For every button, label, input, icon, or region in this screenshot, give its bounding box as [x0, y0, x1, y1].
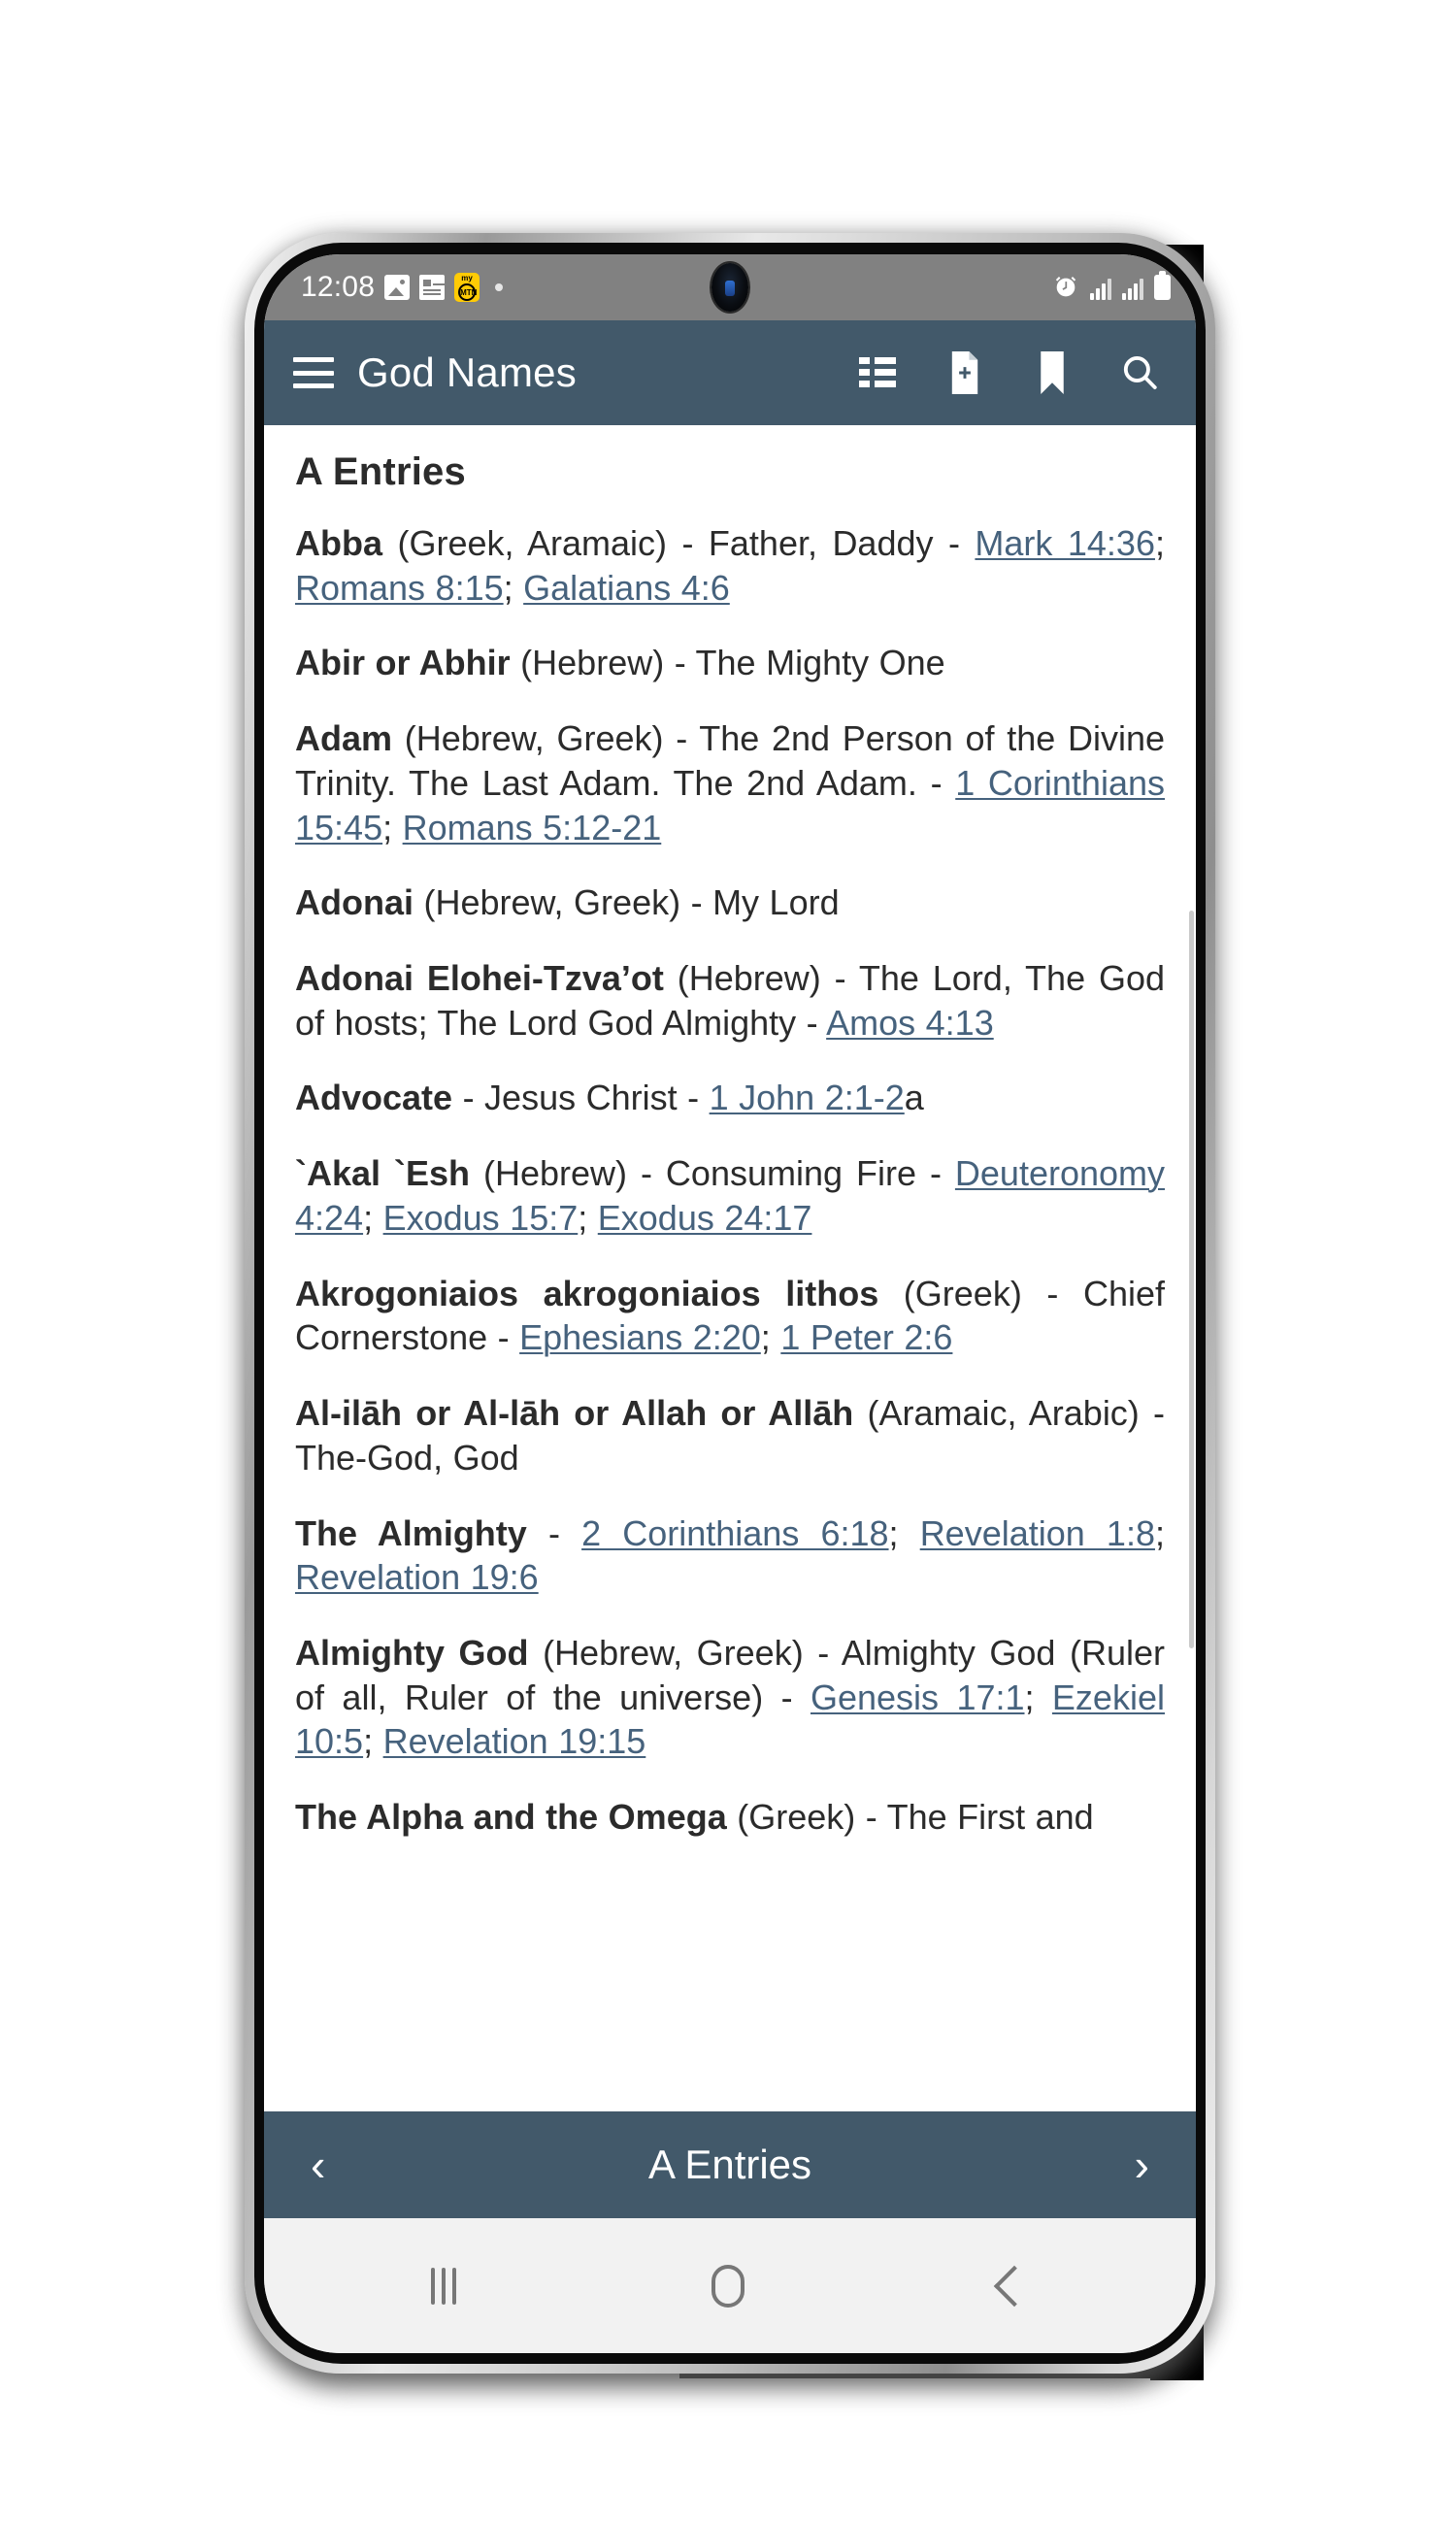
section-nav-bar: ‹ A Entries ›	[264, 2111, 1196, 2218]
mtn-icon: my MTN	[454, 273, 480, 302]
entry-item: Almighty God (Hebrew, Greek) - Almighty …	[295, 1631, 1165, 1764]
entry-description: -	[526, 1512, 582, 1553]
entry-ref-separator: ;	[888, 1512, 920, 1553]
scripture-reference-link[interactable]: 2 Corinthians 6:18	[581, 1513, 888, 1553]
home-icon[interactable]	[711, 2264, 745, 2308]
scripture-reference-link[interactable]: Romans 8:15	[295, 568, 504, 608]
next-section-button[interactable]: ›	[1121, 2137, 1163, 2193]
entry-item: The Almighty - 2 Corinthians 6:18; Revel…	[295, 1511, 1165, 1600]
entry-item: The Alpha and the Omega (Greek) - The Fi…	[295, 1795, 1165, 1840]
current-section-label: A Entries	[647, 2142, 812, 2187]
entry-item: Akrogoniaios akrogoniaios lithos (Greek)…	[295, 1272, 1165, 1360]
search-icon[interactable]	[1118, 351, 1161, 394]
scripture-reference-link[interactable]: 1 Peter 2:6	[780, 1317, 952, 1357]
status-bar: 12:08 my MTN	[264, 254, 1196, 320]
entry-name: `Akal `Esh	[295, 1153, 471, 1194]
entry-name: Abba	[295, 523, 382, 563]
status-bar-right	[1052, 271, 1171, 301]
status-bar-left: 12:08 my MTN	[301, 271, 504, 304]
entry-description: (Greek) - The First and	[726, 1797, 1094, 1838]
scripture-reference-link[interactable]: Mark 14:36	[975, 523, 1155, 563]
screenshot-stage: 12:08 my MTN God Names A Entries Abba (G…	[0, 0, 1456, 2524]
entry-name: Akrogoniaios akrogoniaios lithos	[295, 1273, 879, 1313]
entry-item: Adonai (Hebrew, Greek) - My Lord	[295, 880, 1165, 925]
image-icon	[384, 275, 411, 300]
news-icon	[419, 275, 446, 300]
entry-name: Abir or Abhir	[295, 643, 511, 683]
entry-ref-separator: ;	[578, 1197, 598, 1238]
entry-name: The Alpha and the Omega	[295, 1797, 727, 1838]
scripture-reference-link[interactable]: Genesis 17:1	[811, 1677, 1025, 1717]
scripture-reference-link[interactable]: 1 John 2:1-2	[710, 1078, 905, 1117]
entry-name: The Almighty	[295, 1512, 527, 1553]
app-bar-actions	[856, 351, 1167, 394]
app-bar: God Names	[264, 320, 1196, 425]
note-add-icon[interactable]	[943, 351, 986, 394]
entry-ref-separator: ;	[363, 1197, 383, 1238]
scripture-reference-link[interactable]: Exodus 15:7	[383, 1198, 579, 1238]
entry-ref-suffix: a	[904, 1078, 924, 1118]
entry-ref-separator: ;	[760, 1317, 781, 1358]
entry-name: Adonai	[295, 882, 414, 923]
entry-item: Adonai Elohei-Tzva’ot (Hebrew) - The Lor…	[295, 956, 1165, 1045]
entries-content[interactable]: A Entries Abba (Greek, Aramaic) - Father…	[264, 425, 1196, 2111]
entry-item: Adam (Hebrew, Greek) - The 2nd Person of…	[295, 716, 1165, 849]
signal-icon	[1090, 275, 1111, 300]
recents-icon[interactable]	[430, 2267, 456, 2305]
phone-screen: 12:08 my MTN God Names A Entries Abba (G…	[264, 254, 1196, 2353]
entry-ref-separator: ;	[382, 807, 403, 847]
entry-item: Advocate - Jesus Christ - 1 John 2:1-2a	[295, 1076, 1165, 1120]
hamburger-menu-icon[interactable]	[293, 357, 334, 388]
battery-icon	[1154, 271, 1171, 300]
previous-section-button[interactable]: ‹	[297, 2137, 339, 2193]
entry-ref-separator: ;	[1154, 523, 1165, 563]
signal-icon	[1122, 275, 1143, 300]
entry-description: (Hebrew, Greek) - My Lord	[414, 882, 840, 923]
scripture-reference-link[interactable]: Amos 4:13	[826, 1003, 994, 1043]
entry-ref-separator: ;	[503, 567, 524, 608]
list-view-icon[interactable]	[856, 351, 899, 394]
page-title: God Names	[357, 349, 577, 395]
scripture-reference-link[interactable]: Galatians 4:6	[523, 568, 730, 608]
entry-item: Abba (Greek, Aramaic) - Father, Daddy - …	[295, 521, 1165, 610]
back-icon[interactable]	[994, 2265, 1036, 2307]
mtn-icon-label: MTN	[458, 283, 477, 301]
entry-item: Al-ilāh or Al-lāh or Allah or Allāh (Ara…	[295, 1391, 1165, 1479]
entry-description: (Greek, Aramaic) - Father, Daddy -	[382, 523, 976, 563]
entry-name: Advocate	[295, 1078, 453, 1118]
entry-description: (Hebrew) - The Mighty One	[510, 643, 945, 683]
entry-name: Adam	[295, 718, 393, 759]
entry-name: Al-ilāh or Al-lāh or Allah or Allāh	[295, 1393, 854, 1434]
entry-description: - Jesus Christ -	[452, 1078, 710, 1118]
scripture-reference-link[interactable]: Ephesians 2:20	[519, 1317, 761, 1357]
scripture-reference-link[interactable]: Revelation 19:6	[295, 1557, 539, 1597]
front-camera-punch-hole	[711, 263, 748, 312]
scripture-reference-link[interactable]: Revelation 1:8	[920, 1513, 1155, 1553]
entry-item: Abir or Abhir (Hebrew) - The Mighty One	[295, 641, 1165, 685]
mtn-icon-top-label: my	[461, 274, 473, 282]
entry-description: (Hebrew) - Consuming Fire -	[470, 1153, 955, 1194]
dot-indicator-icon	[495, 283, 504, 291]
entry-ref-separator: ;	[1024, 1677, 1052, 1717]
entries-heading: A Entries	[295, 450, 466, 493]
entry-ref-separator: ;	[363, 1721, 383, 1762]
entry-name: Adonai Elohei-Tzva’ot	[295, 958, 664, 999]
scripture-reference-link[interactable]: Exodus 24:17	[598, 1198, 812, 1238]
bookmark-icon[interactable]	[1031, 351, 1074, 394]
entry-ref-separator: ;	[1154, 1512, 1165, 1553]
content-scrollbar[interactable]	[1189, 911, 1194, 1648]
status-bar-clock: 12:08	[301, 271, 376, 303]
scripture-reference-link[interactable]: Revelation 19:15	[383, 1721, 646, 1761]
android-navigation-bar	[264, 2218, 1196, 2353]
entries-list: Abba (Greek, Aramaic) - Father, Daddy - …	[295, 521, 1165, 1840]
entry-item: `Akal `Esh (Hebrew) - Consuming Fire - D…	[295, 1151, 1165, 1240]
scripture-reference-link[interactable]: Romans 5:12-21	[403, 808, 662, 847]
entry-name: Almighty God	[295, 1632, 529, 1673]
alarm-icon	[1052, 274, 1079, 301]
